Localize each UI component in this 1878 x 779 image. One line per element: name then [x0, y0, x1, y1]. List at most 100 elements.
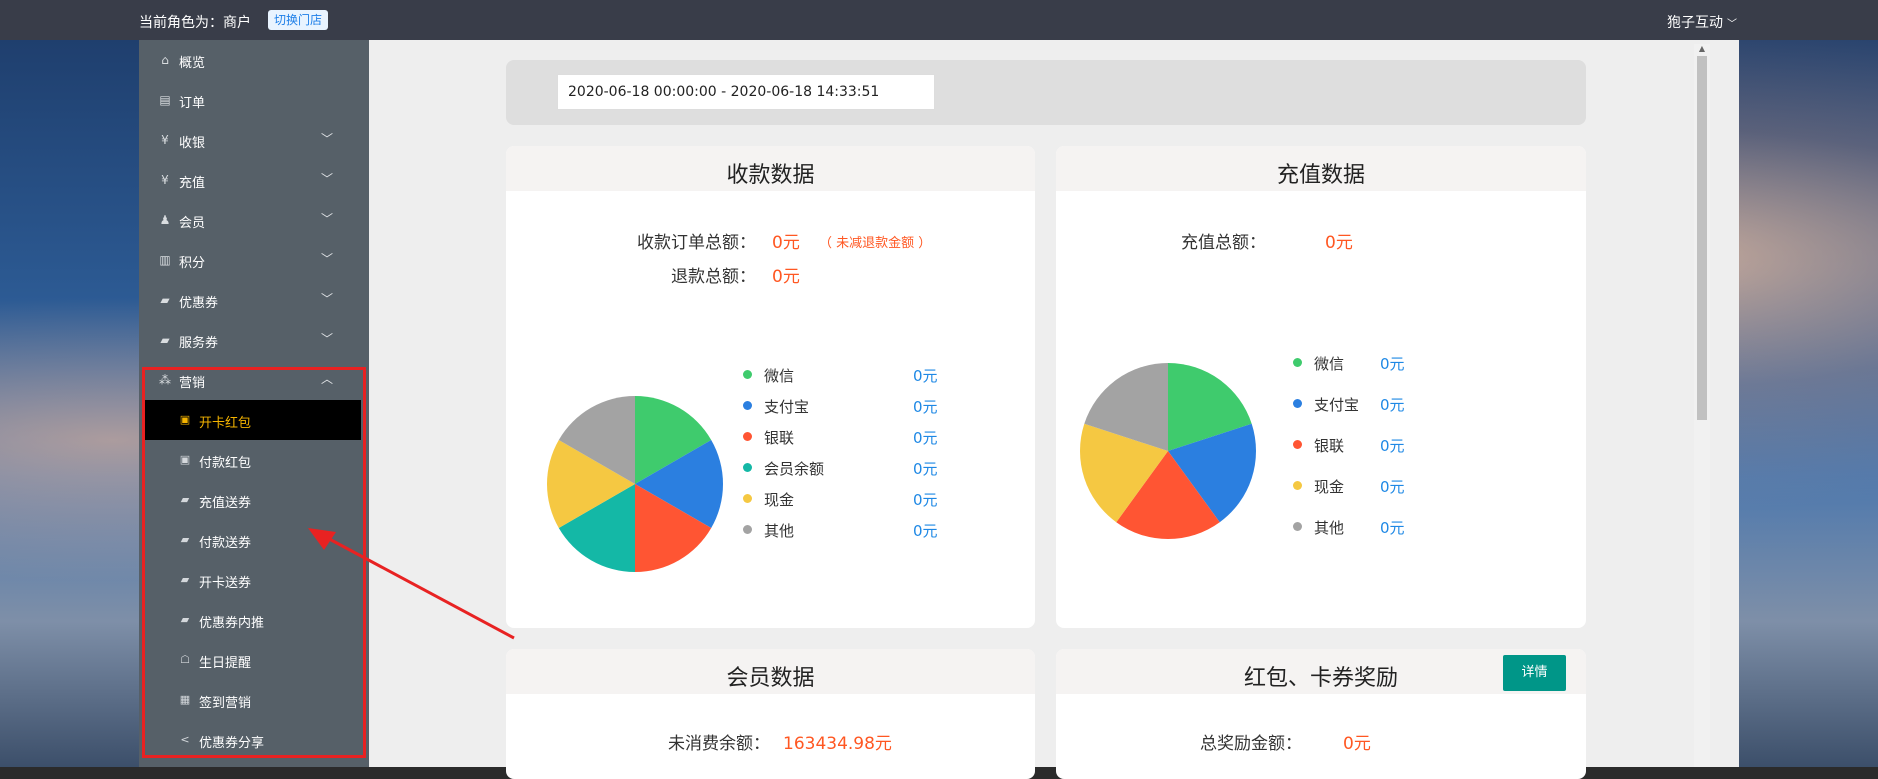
user-name: 狍子互动 — [1667, 15, 1723, 31]
legend-dot — [1293, 440, 1302, 449]
recharge-total-value: 0元 — [1325, 233, 1353, 253]
card-title: 会员数据 — [726, 666, 815, 691]
legend-value: 0元 — [913, 367, 938, 385]
chevron-down-icon: ﹀ — [320, 132, 333, 146]
chevron-down-icon: ﹀ — [320, 172, 333, 186]
chevron-down-icon: ﹀ — [320, 252, 333, 266]
legend-row: 银联 0元 — [743, 427, 963, 447]
payment-total-note: （ 未减退款金额 ） — [819, 236, 932, 251]
legend-row: 会员余额 0元 — [743, 458, 963, 478]
legend-value: 0元 — [1380, 478, 1405, 496]
refund-total-label: 退款总额： — [671, 267, 756, 287]
service-coupon-icon: ▰ — [160, 333, 170, 347]
legend-row: 其他 0元 — [1293, 517, 1513, 537]
legend-name: 银联 — [1314, 437, 1345, 455]
legend-name: 银联 — [764, 429, 795, 447]
legend-dot — [743, 432, 752, 441]
sidebar-item-label: 充值 — [179, 176, 206, 191]
payment-total-value: 0元 — [772, 233, 800, 253]
legend-dot — [743, 494, 752, 503]
annotation-arrow — [308, 528, 515, 640]
top-bar: 当前角色为：商户 切换门店 狍子互动 ﹀ — [0, 0, 1878, 40]
sidebar-item-0[interactable]: ⌂ 概览 — [139, 40, 369, 80]
legend-name: 会员余额 — [764, 460, 825, 478]
legend-dot — [1293, 481, 1302, 490]
chevron-down-icon: ﹀ — [320, 292, 333, 306]
legend-name: 支付宝 — [764, 398, 810, 416]
legend-dot — [743, 525, 752, 534]
sidebar-item-7[interactable]: ▰ 服务券 ﹀ — [139, 320, 369, 360]
legend-dot — [1293, 522, 1302, 531]
refund-total-value: 0元 — [772, 267, 800, 287]
legend-row: 支付宝 0元 — [1293, 394, 1513, 414]
legend-name: 现金 — [764, 491, 795, 509]
payment-total-label: 收款订单总额： — [637, 233, 756, 253]
sidebar-item-3[interactable]: ¥ 充值 ﹀ — [139, 160, 369, 200]
chevron-down-icon: ﹀ — [1727, 19, 1737, 30]
sidebar-item-label: 会员 — [179, 216, 206, 231]
member-balance-label: 未消费余额： — [668, 734, 770, 754]
legend-value: 0元 — [913, 460, 938, 478]
sidebar-item-5[interactable]: ▥ 积分 ﹀ — [139, 240, 369, 280]
current-role-text: 当前角色为：商户 — [139, 15, 251, 31]
recharge-total-label: 充值总额： — [1181, 233, 1266, 253]
legend-value: 0元 — [1380, 355, 1405, 373]
sidebar-item-label: 收银 — [179, 136, 206, 151]
legend-value: 0元 — [913, 522, 938, 540]
legend-row: 微信 0元 — [743, 365, 963, 385]
switch-store-button[interactable]: 切换门店 — [268, 10, 329, 30]
legend-row: 现金 0元 — [743, 489, 963, 509]
date-range-input[interactable]: 2020-06-18 00:00:00 - 2020-06-18 14:33:5… — [557, 74, 935, 110]
legend-name: 现金 — [1314, 478, 1345, 496]
legend-row: 支付宝 0元 — [743, 396, 963, 416]
card-title: 充值数据 — [1276, 163, 1365, 188]
card-title: 收款数据 — [726, 163, 815, 188]
legend-name: 其他 — [764, 522, 795, 540]
chevron-down-icon: ﹀ — [320, 332, 333, 346]
member-icon: ♟ — [159, 213, 171, 227]
reward-total-value: 0元 — [1343, 734, 1371, 754]
member-data-card: 会员数据 未消费余额： 163434.98元 — [506, 649, 1035, 779]
legend-dot — [743, 463, 752, 472]
legend-dot — [1293, 399, 1302, 408]
scroll-up-arrow-icon[interactable]: ▲ — [1697, 44, 1707, 54]
sidebar-item-6[interactable]: ▰ 优惠券 ﹀ — [139, 280, 369, 320]
legend-value: 0元 — [913, 398, 938, 416]
legend-name: 微信 — [1314, 355, 1345, 373]
payment-pie-chart — [547, 396, 723, 572]
legend-row: 其他 0元 — [743, 520, 963, 540]
yen-icon: ¥ — [161, 133, 169, 147]
order-icon: ▤ — [159, 93, 171, 107]
recharge-pie-chart — [1080, 363, 1256, 539]
sidebar-item-label: 积分 — [179, 256, 206, 271]
coupon-icon: ▰ — [160, 293, 170, 307]
legend-name: 支付宝 — [1314, 396, 1360, 414]
reward-detail-button[interactable]: 详情 — [1503, 655, 1566, 691]
scrollbar-thumb[interactable] — [1697, 56, 1707, 420]
home-icon: ⌂ — [161, 53, 169, 67]
sidebar-item-4[interactable]: ♟ 会员 ﹀ — [139, 200, 369, 240]
sidebar-item-2[interactable]: ¥ 收银 ﹀ — [139, 120, 369, 160]
recharge-data-card: 充值数据 充值总额： 0元 微信 0元 支付宝 0元 银联 0元 现金 0元 其他 0元 — [1056, 146, 1586, 628]
sidebar-item-label: 概览 — [179, 56, 206, 71]
sidebar-item-label: 服务券 — [179, 336, 219, 351]
legend-value: 0元 — [1380, 519, 1405, 537]
legend-name: 微信 — [764, 367, 795, 385]
legend-name: 其他 — [1314, 519, 1345, 537]
legend-row: 微信 0元 — [1293, 353, 1513, 373]
legend-value: 0元 — [1380, 396, 1405, 414]
chevron-down-icon: ﹀ — [320, 212, 333, 226]
sidebar-item-1[interactable]: ▤ 订单 — [139, 80, 369, 120]
user-menu[interactable]: 狍子互动 ﹀ — [1667, 12, 1737, 32]
sidebar-item-label: 订单 — [179, 96, 206, 111]
yen-circle-icon: ¥ — [161, 173, 169, 187]
legend-value: 0元 — [913, 491, 938, 509]
legend-row: 现金 0元 — [1293, 476, 1513, 496]
legend-value: 0元 — [1380, 437, 1405, 455]
legend-value: 0元 — [913, 429, 938, 447]
sidebar-item-label: 优惠券 — [179, 296, 219, 311]
legend-row: 银联 0元 — [1293, 435, 1513, 455]
payment-data-card: 收款数据 收款订单总额： 0元 （ 未减退款金额 ） 退款总额： 0元 微信 0元… — [506, 146, 1035, 628]
points-icon: ▥ — [159, 253, 171, 267]
member-balance-value: 163434.98元 — [783, 734, 892, 754]
